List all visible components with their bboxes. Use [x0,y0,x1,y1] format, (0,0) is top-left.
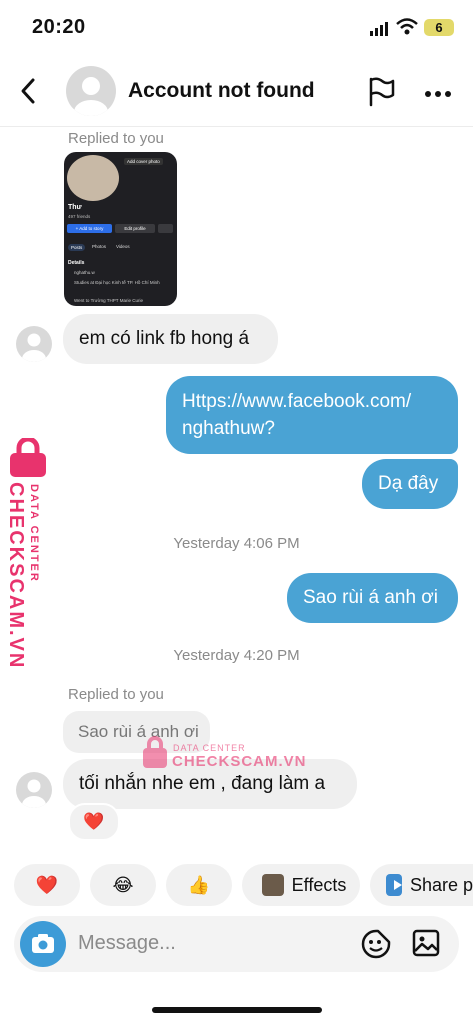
shared-image[interactable]: Add cover photo Thư 497 friends + Add to… [64,152,177,306]
camera-button[interactable] [20,921,66,967]
message-input[interactable]: Message... [78,932,176,955]
message-incoming[interactable]: em có link fb hong á [63,314,278,364]
friends-count: 497 friends [68,214,91,219]
effects-icon [261,874,284,896]
quick-reaction-laugh[interactable]: 😂 [90,864,156,906]
watermark-lock-icon [141,735,169,774]
wifi-icon [396,18,418,41]
replied-label: Replied to you [68,686,164,703]
watermark-lock-icon [6,436,50,483]
tab-photos: Photos [92,244,107,249]
avatar [16,326,52,362]
detail-3: Went to Trường THPT Marie Curie [74,298,143,303]
heart-icon: ❤️ [35,874,59,895]
heart-icon: ❤️ [83,812,105,831]
sticker-icon[interactable] [360,928,392,965]
share-label: Share p [409,874,473,895]
timestamp: Yesterday 4:20 PM [173,647,300,664]
add-story-btn: + Add to story [67,224,112,233]
play-icon [386,874,402,896]
effects-button[interactable]: Effects [242,864,360,906]
back-icon[interactable] [18,77,38,110]
effects-label: Effects [291,874,347,895]
message-outgoing[interactable]: Https://www.facebook.com/ nghathuw? [166,376,458,454]
camera-icon [32,934,54,953]
profile-photo-thumb [67,155,119,201]
details-heading: Details [68,260,85,266]
share-button[interactable]: Share p [370,864,473,906]
profile-name: Thư [68,204,82,211]
more-options-icon[interactable] [424,86,452,104]
thumbs-up-icon: 👍 [187,874,211,895]
edit-profile-btn: Edit profile [115,224,155,233]
reaction-badge[interactable]: ❤️ [68,803,120,841]
watermark-side-small: DATA CENTER [28,484,40,583]
timestamp: Yesterday 4:06 PM [173,535,300,552]
gallery-icon[interactable] [411,928,441,963]
more-btn [158,224,173,233]
battery-indicator: 6 [424,19,454,36]
watermark-center-main: CHECKSCAM.VN [172,753,307,770]
add-cover-label: Add cover photo [124,158,163,165]
status-time: 20:20 [32,16,86,38]
avatar[interactable] [66,66,116,116]
message-outgoing[interactable]: Sao rùi á anh ơi [287,573,458,623]
quick-reaction-thumbs-up[interactable]: 👍 [166,864,232,906]
detail-2: Studies at Đại học Kinh tế TP. Hồ Chí Mi… [74,280,160,285]
signal-icon [370,22,392,41]
avatar [16,772,52,808]
page-title[interactable]: Account not found [128,79,315,103]
tab-posts: Posts [68,244,86,251]
replied-label: Replied to you [68,130,164,147]
message-outgoing[interactable]: Dạ đây [362,459,458,509]
message-line: nghathuw? [182,418,275,439]
watermark-center-small: DATA CENTER [173,743,246,753]
quick-reaction-heart[interactable]: ❤️ [14,864,80,906]
laughing-face-icon: 😂 [112,874,134,895]
detail-1: nghathu.w [74,270,95,275]
watermark-side-main: CHECKSCAM.VN [5,482,27,670]
tab-videos: Videos [116,244,130,249]
home-indicator[interactable] [152,1007,322,1013]
message-line: Https://www.facebook.com/ [182,391,412,412]
flag-icon[interactable] [368,77,396,112]
